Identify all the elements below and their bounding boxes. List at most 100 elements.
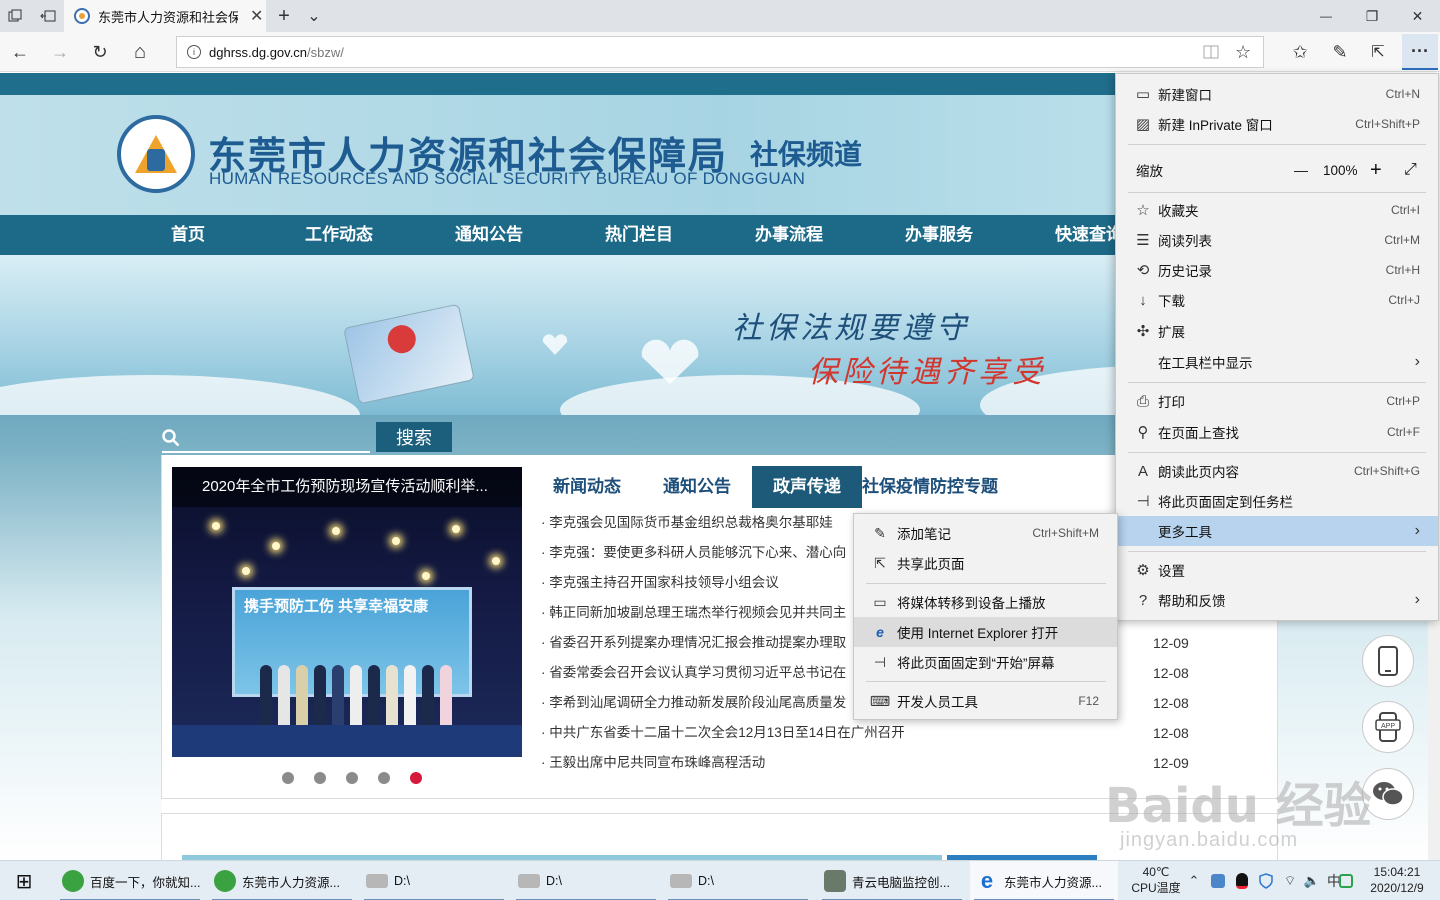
nav-item-work-news[interactable]: 工作动态 <box>305 215 373 255</box>
share-icon[interactable]: ⇱ <box>1362 36 1394 68</box>
menu-new-window[interactable]: ▭ 新建窗口 Ctrl+N <box>1116 79 1438 109</box>
reading-view-icon[interactable] <box>1203 44 1219 63</box>
security-shield-icon[interactable] <box>1256 871 1276 891</box>
news-item[interactable]: · 中共广东省委十二届十二次全会12月13日至14日在广州召开 <box>541 718 1191 748</box>
menu-downloads[interactable]: ↓ 下载 Ctrl+J <box>1116 285 1438 315</box>
forward-button[interactable]: → <box>44 36 76 68</box>
tab-notices[interactable]: 通知公告 <box>651 466 743 508</box>
search-button[interactable]: 搜索 <box>376 422 452 452</box>
submenu-add-notes[interactable]: ✎ 添加笔记 Ctrl+Shift+M <box>854 518 1117 548</box>
tray-app-icon[interactable] <box>1208 871 1228 891</box>
person-figure <box>314 665 326 727</box>
site-info-icon[interactable]: i <box>187 45 201 59</box>
menu-more-tools[interactable]: 更多工具 › <box>1116 516 1438 546</box>
more-settings-button[interactable]: ··· <box>1402 34 1438 70</box>
tab-epidemic-topic[interactable]: 社保疫情防控专题 <box>862 466 998 508</box>
slide-dot-1[interactable] <box>282 772 294 784</box>
web-note-icon[interactable]: ✎ <box>1324 36 1356 68</box>
news-slideshow[interactable]: 携手预防工伤 共享幸福安康 2020年全市工伤预防现场宣传活动顺利举... <box>172 467 522 757</box>
favorites-hub-icon[interactable]: ✩ <box>1284 36 1316 68</box>
menu-find-on-page[interactable]: ⚲ 在页面上查找 Ctrl+F <box>1116 417 1438 447</box>
url-text[interactable]: dghrss.dg.gov.cn/sbzw/ <box>209 45 344 60</box>
news-item[interactable]: · 王毅出席中尼共同宣布珠峰高程活动 <box>541 748 1191 778</box>
start-button[interactable]: ⊞ <box>0 861 48 900</box>
submenu-cast-media[interactable]: ▭ 将媒体转移到设备上播放 <box>854 587 1117 617</box>
menu-reading-list[interactable]: ☰ 阅读列表 Ctrl+M <box>1116 225 1438 255</box>
restore-button[interactable]: ❐ <box>1349 0 1395 32</box>
tab-news[interactable]: 新闻动态 <box>541 466 633 508</box>
slide-dot-4[interactable] <box>378 772 390 784</box>
menu-extensions[interactable]: ✣ 扩展 <box>1116 316 1438 346</box>
slide-dot-5[interactable] <box>410 772 422 784</box>
home-button[interactable]: ⌂ <box>124 36 156 68</box>
nav-item-hot-columns[interactable]: 热门栏目 <box>605 215 673 255</box>
taskbar-item-dghrss-360[interactable]: 东莞市人力资源... <box>208 861 356 900</box>
app-icon: APP <box>1375 712 1401 742</box>
address-bar[interactable]: i dghrss.dg.gov.cn/sbzw/ ☆ <box>176 36 1264 68</box>
menu-separator <box>1128 144 1426 145</box>
menu-print[interactable]: ⎙ 打印 Ctrl+P <box>1116 386 1438 416</box>
set-tabs-aside-icon[interactable] <box>34 0 62 32</box>
left-background <box>0 455 162 860</box>
cast-icon: ▭ <box>873 593 887 610</box>
taskbar-item-baidu[interactable]: 百度一下，你就知... <box>56 861 204 900</box>
wechat-icon <box>1373 782 1404 806</box>
nav-item-services[interactable]: 办事服务 <box>905 215 973 255</box>
submenu-label: 将媒体转移到设备上播放 <box>897 596 1046 611</box>
menu-settings[interactable]: ⚙ 设置 <box>1116 555 1438 585</box>
search-input[interactable] <box>162 451 370 453</box>
taskbar-item-drive-d-2[interactable]: D:\ <box>512 861 660 900</box>
menu-favorites[interactable]: ☆ 收藏夹 Ctrl+I <box>1116 195 1438 225</box>
clock[interactable]: 15:04:21 2020/12/9 <box>1362 864 1432 896</box>
volume-icon[interactable]: 🔈 <box>1302 871 1322 891</box>
network-icon[interactable]: ⌔ <box>1280 871 1300 891</box>
url-host: dghrss.dg.gov.cn <box>209 44 308 60</box>
slide-dot-2[interactable] <box>314 772 326 784</box>
green-app-icon[interactable] <box>1336 871 1356 891</box>
menu-label: 打印 <box>1158 395 1185 410</box>
minimize-button[interactable]: — <box>1303 0 1349 32</box>
submenu-open-with-ie[interactable]: e 使用 Internet Explorer 打开 <box>854 617 1117 647</box>
tab-list-icon[interactable]: ⌄ <box>300 0 328 32</box>
nav-item-notices[interactable]: 通知公告 <box>455 215 523 255</box>
zoom-in-button[interactable]: + <box>1370 159 1382 182</box>
submenu-developer-tools[interactable]: ⌨ 开发人员工具 F12 <box>854 686 1117 716</box>
app-download-button[interactable]: APP <box>1362 701 1414 753</box>
slide-dot-3[interactable] <box>346 772 358 784</box>
submenu-pin-to-start[interactable]: ⊣ 将此页面固定到“开始”屏幕 <box>854 647 1117 677</box>
back-button[interactable]: ← <box>4 36 36 68</box>
zoom-out-button[interactable]: — <box>1294 162 1308 178</box>
browser-tab[interactable]: 东莞市人力资源和社会保 ✕ <box>64 0 266 32</box>
mobile-site-button[interactable] <box>1362 635 1414 687</box>
nav-item-quick-query[interactable]: 快速查询 <box>1055 215 1123 255</box>
tab-actions-icon[interactable] <box>0 0 30 32</box>
add-favorite-star-icon[interactable]: ☆ <box>1235 42 1251 63</box>
search-icon[interactable] <box>162 429 180 447</box>
nav-item-process[interactable]: 办事流程 <box>755 215 823 255</box>
menu-pin-to-taskbar[interactable]: ⊣ 将此页面固定到任务栏 <box>1116 486 1438 516</box>
taskbar-item-dghrss-edge[interactable]: e 东莞市人力资源... <box>970 861 1118 900</box>
taskbar-item-drive-d-1[interactable]: D:\ <box>360 861 508 900</box>
nav-item-home[interactable]: 首页 <box>171 215 205 255</box>
taskbar-item-drive-d-3[interactable]: D:\ <box>664 861 812 900</box>
bureau-logo-icon[interactable] <box>117 115 195 193</box>
menu-read-aloud[interactable]: A 朗读此页内容 Ctrl+Shift+G <box>1116 456 1438 486</box>
menu-new-inprivate-window[interactable]: ▨ 新建 InPrivate 窗口 Ctrl+Shift+P <box>1116 109 1438 139</box>
close-window-button[interactable]: ✕ <box>1395 0 1440 32</box>
taskbar-item-qingyun[interactable]: 青云电脑监控创... <box>818 861 966 900</box>
tray-expand-icon[interactable]: ⌃ <box>1184 871 1204 891</box>
tab-close-icon[interactable]: ✕ <box>250 6 263 26</box>
menu-help-feedback[interactable]: ? 帮助和反馈 › <box>1116 585 1438 615</box>
menu-show-in-toolbar[interactable]: 在工具栏中显示 › <box>1116 347 1438 377</box>
menu-history[interactable]: ⟲ 历史记录 Ctrl+H <box>1116 255 1438 285</box>
tab-government-voice[interactable]: 政声传递 <box>752 466 862 508</box>
cpu-temperature-widget[interactable]: 40℃ CPU温度 <box>1128 864 1184 896</box>
submenu-share-page[interactable]: ⇱ 共享此页面 <box>854 548 1117 578</box>
new-tab-button[interactable]: + <box>270 0 298 32</box>
taskbar-label: 百度一下，你就知... <box>90 875 201 890</box>
slide-caption[interactable]: 2020年全市工伤预防现场宣传活动顺利举... <box>172 467 522 507</box>
menu-separator <box>1128 192 1426 193</box>
fullscreen-button[interactable]: ⤢ <box>1404 161 1417 179</box>
refresh-button[interactable]: ↻ <box>84 36 116 68</box>
qq-icon[interactable] <box>1232 871 1252 891</box>
